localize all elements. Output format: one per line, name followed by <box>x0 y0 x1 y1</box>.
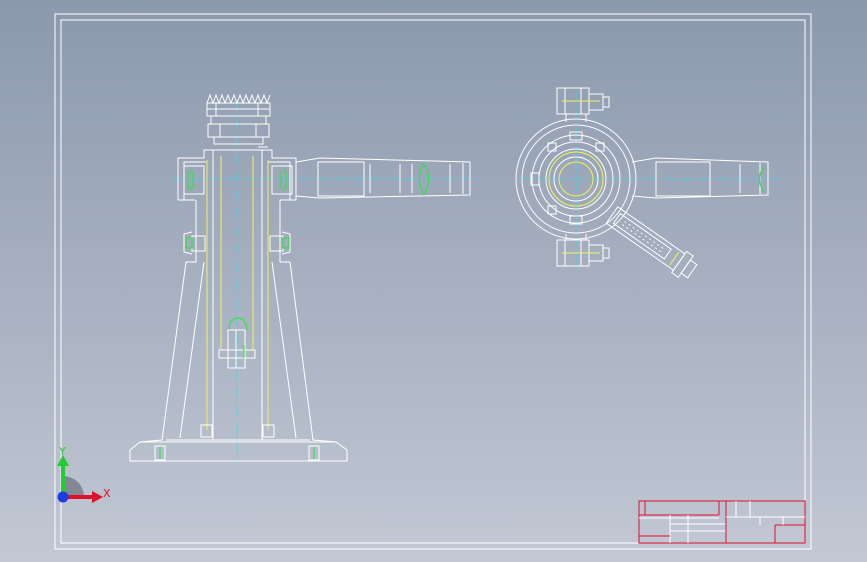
lifting-screw <box>200 149 275 441</box>
x-axis-arrowhead <box>92 491 103 503</box>
front-section-view[interactable] <box>129 93 478 462</box>
drawing-border <box>54 13 812 550</box>
coordinate-triad[interactable]: Y X <box>57 445 111 503</box>
ratchet-lever <box>605 206 698 279</box>
serrated-cap <box>206 93 271 117</box>
cap-nut <box>207 115 270 148</box>
top-handle-arm <box>631 157 769 199</box>
cad-viewport[interactable]: Y X <box>0 0 867 562</box>
handle-arm <box>295 157 471 199</box>
top-bolt <box>556 87 610 122</box>
x-axis-label: X <box>103 487 111 500</box>
top-view[interactable] <box>515 87 780 282</box>
title-block[interactable] <box>638 500 806 544</box>
z-axis-marker <box>57 491 69 503</box>
y-axis-label: Y <box>58 445 66 458</box>
drawing-canvas[interactable]: Y X <box>0 0 867 562</box>
